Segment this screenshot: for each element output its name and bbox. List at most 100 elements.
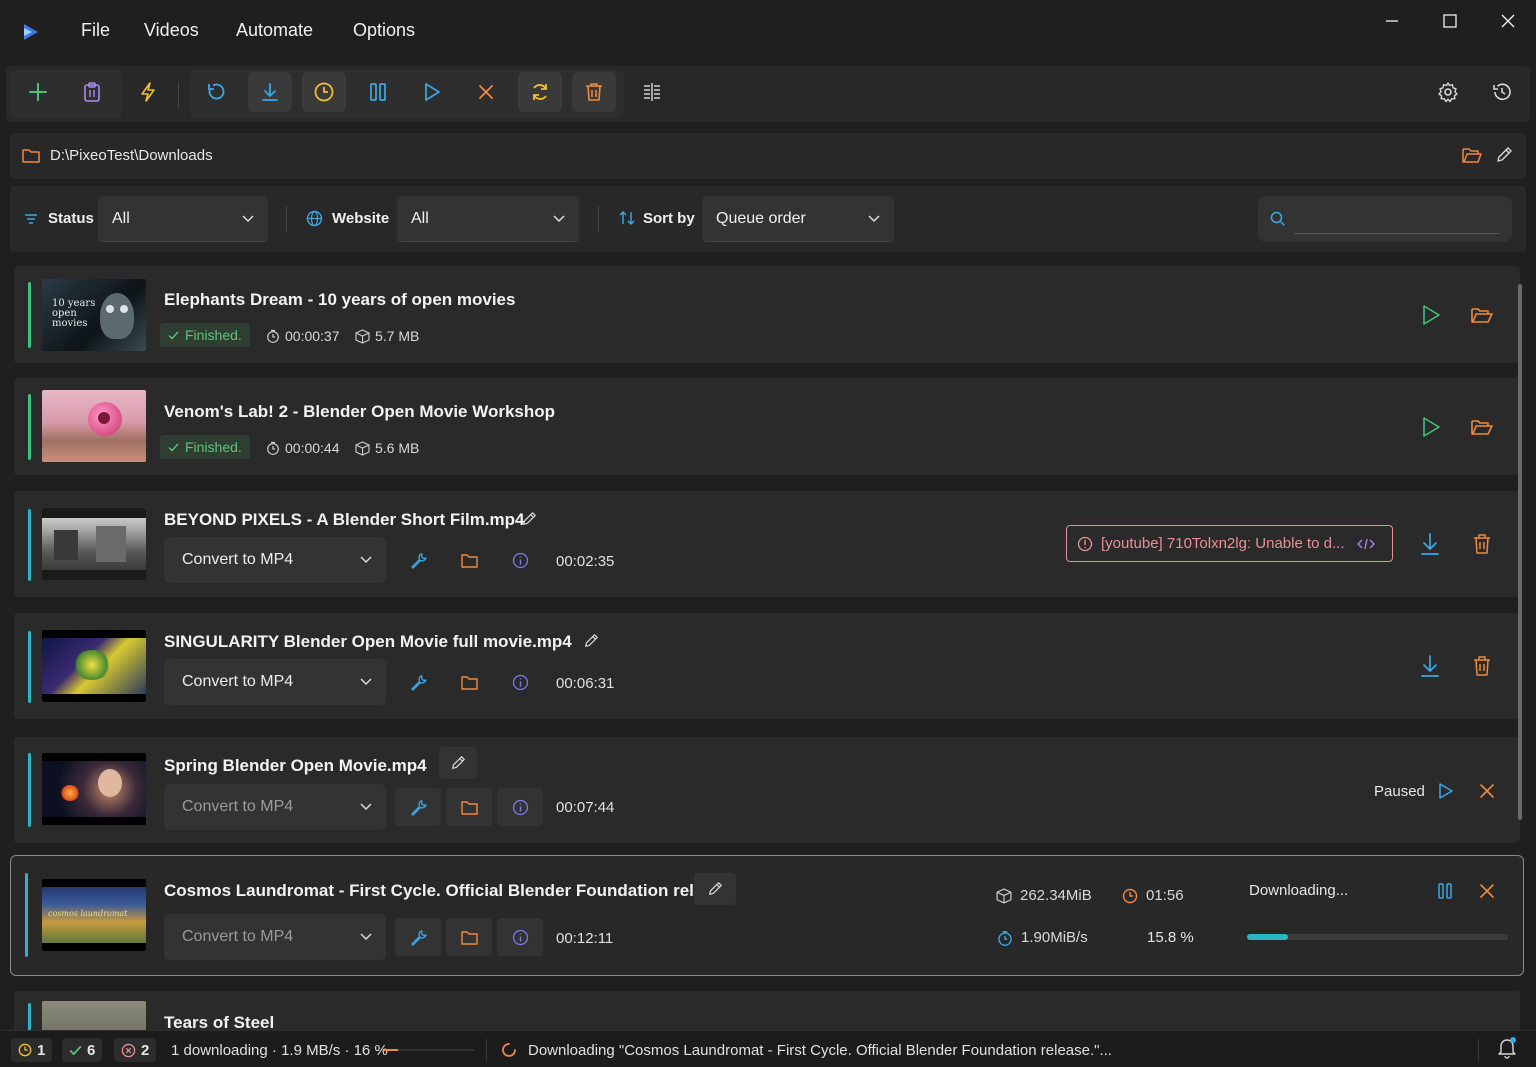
download-item[interactable]: BEYOND PIXELS - A Blender Short Film.mp4… [14,491,1520,597]
play-icon[interactable] [1413,409,1449,445]
info-icon[interactable] [497,788,543,826]
download-icon[interactable] [1412,526,1448,562]
error-message[interactable]: [youtube] 710Tolxn2lg: Unable to d... [1066,525,1393,562]
info-icon[interactable] [498,541,542,579]
format-dropdown[interactable]: Convert to MP4 [164,914,386,960]
globe-icon [306,210,323,227]
format-dropdown[interactable]: Convert to MP4 [164,659,386,705]
download-item[interactable]: 10 years open movies Elephants Dream - 1… [14,266,1520,363]
search-input[interactable] [1294,204,1500,234]
chevron-down-icon [360,801,372,811]
status-filter-dropdown[interactable]: All [98,196,268,242]
edit-title-pencil-icon[interactable] [439,747,477,779]
add-icon[interactable] [16,72,60,112]
open-folder-icon[interactable] [1464,297,1500,333]
download-item[interactable]: Venom's Lab! 2 - Blender Open Movie Work… [14,378,1520,475]
eta: 01:56 [1122,887,1184,904]
trash-icon[interactable] [572,72,616,112]
wrench-icon[interactable] [396,541,440,579]
download-icon[interactable] [1412,648,1448,684]
maximize-button[interactable] [1430,8,1470,34]
info-icon[interactable] [497,918,543,956]
video-thumbnail [42,1001,146,1030]
chevron-down-icon [553,213,565,223]
download-item-selected[interactable]: cosmos laundromat Cosmos Laundromat - Fi… [10,855,1524,976]
mini-progress-bar [384,1049,474,1051]
schedule-clock-icon[interactable] [302,72,346,112]
video-thumbnail [42,508,146,580]
minimize-button[interactable] [1372,8,1412,34]
settings-gear-icon[interactable] [1426,72,1470,112]
columns-icon[interactable] [630,72,674,112]
cancel-icon[interactable] [1469,773,1505,809]
sort-by-dropdown[interactable]: Queue order [702,196,894,242]
refresh-icon[interactable] [518,72,562,112]
play-icon[interactable] [1413,297,1449,333]
error-count[interactable]: 2 [114,1038,157,1062]
format-dropdown[interactable]: Convert to MP4 [164,784,386,830]
download-item[interactable]: Spring Blender Open Movie.mp4 Convert to… [14,737,1520,843]
download-path-bar: D:\PixeoTest\Downloads [10,133,1526,179]
video-thumbnail: 10 years open movies [42,279,146,351]
downloading-status: Downloading... [1249,882,1349,899]
spinner-icon [500,1041,518,1059]
duration: 00:00:44 [266,440,340,456]
wrench-icon[interactable] [395,788,441,826]
edit-title-pencil-icon[interactable] [694,873,736,905]
wrench-icon[interactable] [395,918,441,956]
menu-file[interactable]: File [81,20,110,41]
edit-path-pencil-icon[interactable] [1495,146,1513,164]
package-icon [996,887,1012,904]
pause-icon[interactable] [1427,873,1463,909]
chevron-down-icon [360,676,372,686]
format-dropdown[interactable]: Convert to MP4 [164,537,386,583]
download-icon[interactable] [248,72,292,112]
retry-icon[interactable] [194,72,238,112]
download-path[interactable]: D:\PixeoTest\Downloads [50,147,213,164]
menu-videos[interactable]: Videos [144,20,199,41]
resume-play-icon[interactable] [1428,773,1464,809]
error-icon [1077,536,1093,551]
chevron-down-icon [360,554,372,564]
title-bar: File Videos Automate Options [0,0,1536,64]
stopwatch-icon [267,329,279,343]
info-icon[interactable] [498,663,542,701]
paste-icon[interactable] [70,72,114,112]
scrollbar[interactable] [1518,284,1522,820]
pause-icon[interactable] [356,72,400,112]
website-filter-dropdown[interactable]: All [397,196,579,242]
status-badge: Finished. [160,323,250,347]
folder-icon[interactable] [446,918,492,956]
finished-count[interactable]: 6 [62,1038,103,1062]
play-icon[interactable] [410,72,454,112]
open-folder-icon[interactable] [1464,409,1500,445]
notification-bell-icon[interactable] [1497,1037,1517,1059]
folder-icon[interactable] [447,663,491,701]
item-title: Venom's Lab! 2 - Blender Open Movie Work… [164,402,556,421]
video-thumbnail: cosmos laundromat [42,879,146,951]
item-title: Spring Blender Open Movie.mp4 [164,756,427,775]
lightning-icon[interactable] [126,72,170,112]
cancel-icon[interactable] [464,72,508,112]
file-size: 5.7 MB [355,328,419,344]
edit-title-pencil-icon[interactable] [576,627,606,655]
wrench-icon[interactable] [396,663,440,701]
cancel-icon[interactable] [1469,873,1505,909]
trash-icon[interactable] [1464,648,1500,684]
menu-options[interactable]: Options [353,20,415,41]
scheduled-count[interactable]: 1 [11,1038,53,1062]
close-window-button[interactable] [1488,8,1528,34]
download-item[interactable]: SINGULARITY Blender Open Movie full movi… [14,613,1520,719]
folder-icon[interactable] [447,541,491,579]
menu-automate[interactable]: Automate [236,20,313,41]
history-icon[interactable] [1480,72,1524,112]
chevron-down-icon [360,931,372,941]
stopwatch-icon [267,441,279,455]
search-box[interactable] [1258,196,1512,242]
item-title: Cosmos Laundromat - First Cycle. Officia… [164,881,718,900]
download-item[interactable]: Tears of Steel [14,991,1520,1030]
open-folder-icon[interactable] [1462,146,1482,164]
edit-title-pencil-icon[interactable] [514,505,544,533]
folder-icon[interactable] [446,788,492,826]
trash-icon[interactable] [1464,526,1500,562]
